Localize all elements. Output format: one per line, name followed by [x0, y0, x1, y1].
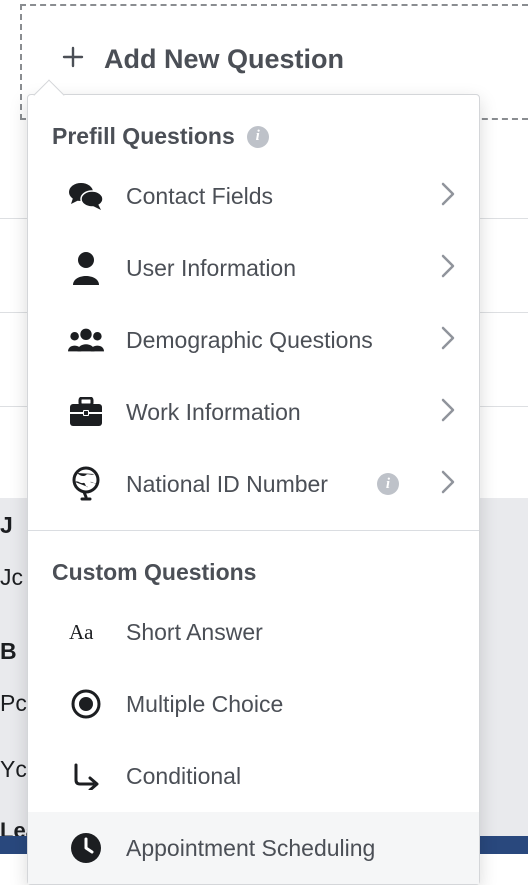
menu-item-label: National ID Number	[126, 471, 355, 498]
chevron-right-icon	[441, 398, 455, 427]
question-type-dropdown: Prefill Questions i Contact Fields User …	[27, 94, 480, 885]
text-aa-icon: Aa	[68, 614, 104, 650]
arrow-branch-icon	[68, 758, 104, 794]
custom-section-header: Custom Questions	[28, 531, 479, 596]
menu-item-contact-fields[interactable]: Contact Fields	[28, 160, 479, 232]
custom-section-title: Custom Questions	[52, 559, 256, 586]
menu-item-label: Multiple Choice	[126, 691, 461, 718]
add-new-question-button[interactable]: Add New Question	[62, 42, 344, 76]
radio-selected-icon	[68, 686, 104, 722]
menu-item-label: Contact Fields	[126, 183, 419, 210]
clock-icon	[68, 830, 104, 866]
menu-item-label: User Information	[126, 255, 419, 282]
bg-text: Pc	[0, 690, 27, 717]
plus-icon	[62, 42, 84, 76]
chevron-right-icon	[441, 254, 455, 283]
chat-bubbles-icon	[68, 178, 104, 214]
menu-item-user-information[interactable]: User Information	[28, 232, 479, 304]
prefill-section-header: Prefill Questions i	[28, 95, 479, 160]
bg-text: B	[0, 638, 17, 665]
chevron-right-icon	[441, 182, 455, 211]
menu-item-national-id-number[interactable]: National ID Number i	[28, 448, 479, 520]
chevron-right-icon	[441, 326, 455, 355]
prefill-section-title: Prefill Questions	[52, 123, 235, 150]
menu-item-work-information[interactable]: Work Information	[28, 376, 479, 448]
menu-item-short-answer[interactable]: Aa Short Answer	[28, 596, 479, 668]
svg-text:Aa: Aa	[69, 620, 94, 644]
bg-text: Jc	[0, 564, 23, 591]
info-icon[interactable]: i	[247, 126, 269, 148]
globe-icon	[68, 466, 104, 502]
menu-item-label: Short Answer	[126, 619, 461, 646]
menu-item-appointment-scheduling[interactable]: Appointment Scheduling	[28, 812, 479, 884]
menu-item-label: Appointment Scheduling	[126, 835, 461, 862]
users-group-icon	[68, 322, 104, 358]
chevron-right-icon	[441, 470, 455, 499]
briefcase-icon	[68, 394, 104, 430]
menu-item-multiple-choice[interactable]: Multiple Choice	[28, 668, 479, 740]
user-icon	[68, 250, 104, 286]
menu-item-label: Demographic Questions	[126, 327, 419, 354]
menu-item-conditional[interactable]: Conditional	[28, 740, 479, 812]
bg-text: Yc	[0, 756, 27, 783]
menu-item-label: Work Information	[126, 399, 419, 426]
menu-item-label: Conditional	[126, 763, 461, 790]
add-new-question-label: Add New Question	[104, 44, 344, 75]
info-icon[interactable]: i	[377, 473, 399, 495]
bg-text: J	[0, 512, 13, 539]
menu-item-demographic-questions[interactable]: Demographic Questions	[28, 304, 479, 376]
